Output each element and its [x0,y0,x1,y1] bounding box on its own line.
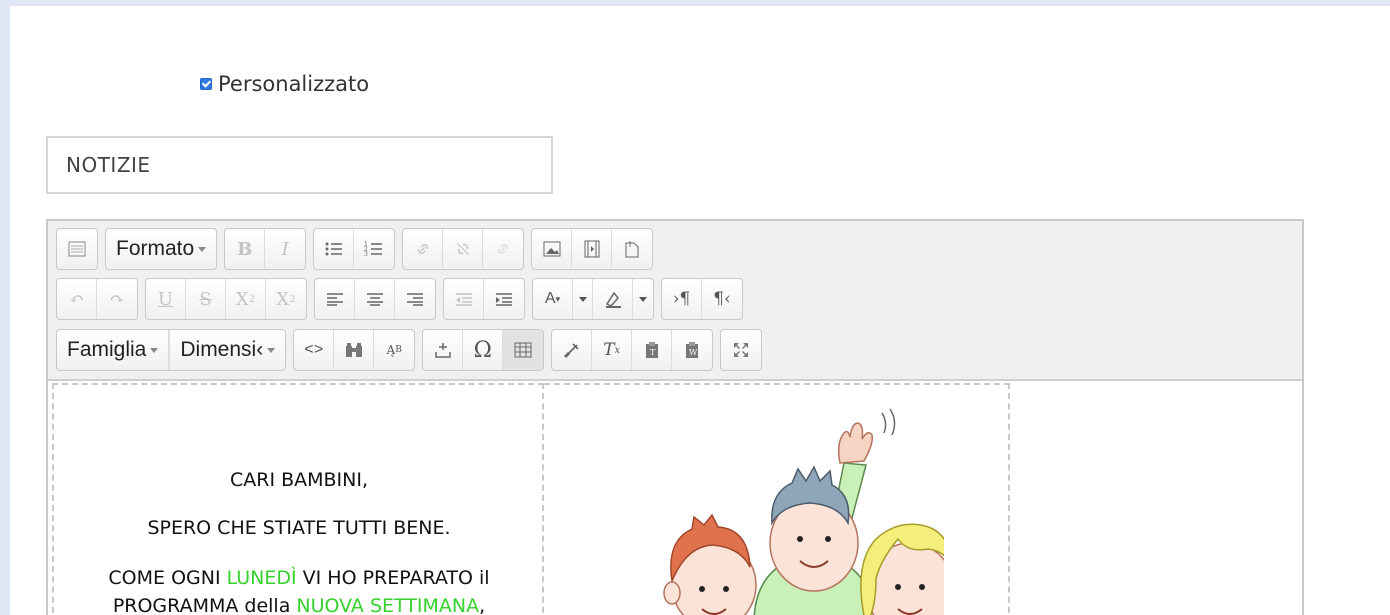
spellcheck-icon[interactable]: ĄB [374,330,414,370]
table-icon[interactable] [503,330,544,370]
redo-icon[interactable]: ↷ [97,279,137,319]
font-family-label: Famiglia [67,338,147,361]
children-illustration [663,408,944,615]
superscript-icon[interactable]: X2 [266,279,306,319]
align-left-icon[interactable] [315,279,355,319]
file-manager-icon[interactable] [612,229,652,269]
paste-text-icon[interactable]: T [632,330,673,370]
code-icon[interactable]: <> [294,330,335,370]
program-line-1: COME OGNI LUNEDÌ VI HO PREPARATO il [108,567,490,589]
align-right-icon[interactable] [395,279,435,319]
ltr-icon[interactable]: ›¶ [662,279,702,319]
chevron-down-icon [198,246,207,252]
program-line-2: PROGRAMMA della NUOVA SETTIMANA, [112,595,486,615]
font-family-dropdown[interactable]: Famiglia [57,330,170,370]
italic-icon[interactable]: I [265,229,305,269]
text-color-caret-icon[interactable] [573,279,593,319]
align-center-icon[interactable] [355,279,395,319]
font-size-dropdown[interactable]: Dimensi‹ [169,330,285,370]
background-color-icon[interactable] [593,279,633,319]
svg-text:T: T [650,348,656,357]
bold-icon[interactable]: B [225,229,266,269]
insert-line-icon[interactable] [423,330,464,370]
media-icon[interactable] [572,229,613,269]
fullscreen-icon[interactable] [721,330,761,370]
undo-icon[interactable]: ↶ [57,279,97,319]
custom-checkbox[interactable] [200,78,212,90]
unlink-icon[interactable] [443,229,484,269]
indent-icon[interactable] [484,279,524,319]
bullet-list-icon[interactable] [314,229,355,269]
editor-toolbar: Formato B I 123 ↶ ↷ U S X 2 X 2 A ▾ ›¶ ¶… [48,221,1302,381]
clear-format-icon[interactable]: Tx [592,330,633,370]
custom-option[interactable]: Personalizzato [200,72,369,96]
rich-text-editor: Formato B I 123 ↶ ↷ U S X 2 X 2 A ▾ ›¶ ¶… [46,219,1304,615]
chevron-down-icon [150,347,159,353]
image-icon[interactable] [532,229,573,269]
numbered-list-icon[interactable]: 123 [354,229,394,269]
chevron-down-icon [267,347,276,353]
table-cell-image[interactable] [544,383,1010,615]
title-input[interactable] [46,136,553,194]
table-cell-text[interactable]: CARI BAMBINI, SPERO CHE STIATE TUTTI BEN… [52,383,544,615]
underline-icon[interactable]: U [146,279,186,319]
greeting-line: CARI BAMBINI, [229,469,369,491]
text-color-icon[interactable]: A ▾ [533,279,573,319]
outdent-icon[interactable] [444,279,484,319]
font-size-label: Dimensi‹ [180,338,264,361]
find-replace-icon[interactable] [334,330,375,370]
special-char-icon[interactable]: Ω [463,330,504,370]
editor-content[interactable]: CARI BAMBINI, SPERO CHE STIATE TUTTI BEN… [48,381,1302,615]
anchor-link-icon[interactable] [483,229,523,269]
clean-html-icon[interactable] [552,330,593,370]
svg-text:W: W [689,348,698,357]
link-icon[interactable] [403,229,444,269]
format-dropdown[interactable]: Formato [106,229,216,269]
rtl-icon[interactable]: ¶‹ [702,279,742,319]
paste-word-icon[interactable]: W [672,330,712,370]
toolbar-toggle-icon[interactable] [57,229,97,269]
subscript-icon[interactable]: X2 [226,279,266,319]
background-color-caret-icon[interactable] [633,279,653,319]
svg-text:3: 3 [364,251,368,258]
wish-line: SPERO CHE STIATE TUTTI BENE. [147,517,451,539]
strikethrough-icon[interactable]: S [186,279,226,319]
custom-label: Personalizzato [218,72,370,96]
format-label: Formato [116,237,195,260]
